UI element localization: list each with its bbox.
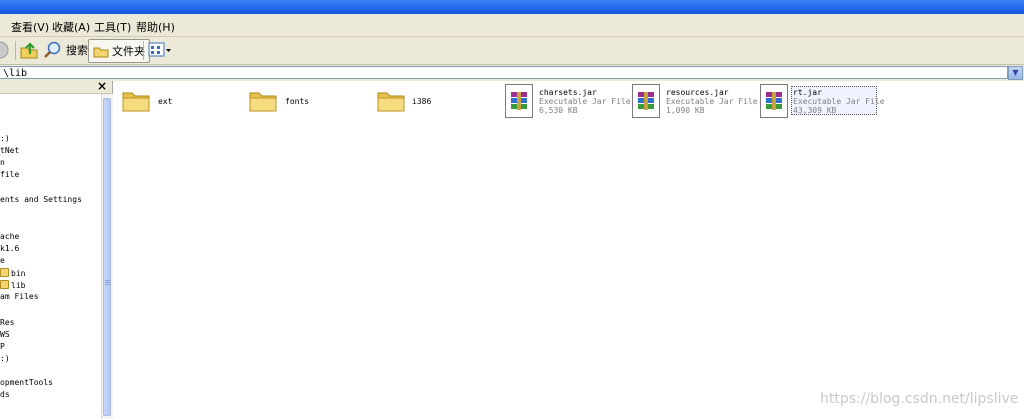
address-dropdown-button[interactable]: ▼	[1008, 66, 1023, 80]
views-icon	[148, 42, 171, 57]
search-button[interactable]: 搜索	[43, 39, 88, 61]
file-size: 1,090 KB	[666, 106, 705, 115]
file-name: ext	[158, 97, 173, 106]
file-type: Executable Jar File	[539, 97, 631, 106]
folder-icon	[0, 268, 9, 277]
menu-help[interactable]: 帮助(H)	[136, 19, 175, 35]
menu-view[interactable]: 查看(V)	[11, 19, 49, 35]
open-folder-icon	[0, 280, 9, 289]
tree-item[interactable]: e	[0, 256, 5, 266]
tree-item-lib[interactable]: lib	[0, 280, 25, 291]
tree-item[interactable]: Res	[0, 318, 14, 328]
search-label: 搜索	[66, 44, 88, 57]
tree-item[interactable]: :)	[0, 354, 10, 364]
toolbar: 搜索 文件夹	[0, 37, 1024, 65]
scroll-grip	[105, 284, 110, 285]
folder-icon	[377, 92, 405, 112]
folders-icon	[93, 47, 109, 58]
folder-tree-pane: × :) tNet n file ents and Settings ache …	[0, 79, 113, 419]
file-size: 43,309 KB	[793, 106, 837, 115]
scroll-grip	[105, 280, 110, 281]
folders-button[interactable]: 文件夹	[88, 39, 150, 63]
tree-item[interactable]: am Files	[0, 292, 39, 302]
file-size: 6,530 KB	[539, 106, 578, 115]
file-type: Executable Jar File	[793, 97, 885, 106]
search-icon	[44, 41, 61, 58]
scroll-thumb[interactable]	[103, 98, 111, 416]
tree-item[interactable]: file	[0, 170, 19, 180]
menu-tools[interactable]: 工具(T)	[94, 19, 131, 35]
watermark-text: https://blog.csdn.net/lipslive	[820, 391, 1019, 407]
tree-item[interactable]: ache	[0, 232, 19, 242]
menu-favorites[interactable]: 收藏(A)	[52, 19, 90, 35]
tree-item-label: bin	[11, 269, 26, 278]
chevron-down-icon: ▼	[1012, 68, 1019, 77]
folders-label: 文件夹	[112, 45, 145, 58]
file-name: i386	[412, 97, 432, 106]
forward-arrow-icon	[0, 41, 9, 59]
scroll-grip	[105, 282, 110, 283]
tree-item-label: lib	[11, 281, 26, 290]
title-bar	[0, 0, 1024, 14]
tree-item[interactable]: ds	[0, 390, 10, 400]
jar-file-icon	[760, 84, 788, 118]
file-list-view: ext fonts i386 charsets.jar Executable J…	[113, 81, 1024, 419]
tree-scrollbar[interactable]	[101, 94, 113, 419]
jar-file-icon	[505, 84, 533, 118]
views-button[interactable]	[148, 39, 172, 61]
up-folder-button[interactable]	[19, 39, 39, 61]
tree-item-bin[interactable]: bin	[0, 268, 25, 279]
file-name: charsets.jar	[539, 88, 597, 97]
menu-bar: 查看(V) 收藏(A) 工具(T) 帮助(H)	[0, 14, 1024, 37]
toolbar-separator	[143, 41, 144, 60]
tree-item[interactable]: k1.6	[0, 244, 19, 254]
folder-icon	[122, 92, 150, 112]
tree-item[interactable]: :)	[0, 134, 10, 144]
folder-icon	[249, 92, 277, 112]
tree-item[interactable]: tNet	[0, 146, 19, 156]
jar-file-icon	[632, 84, 660, 118]
address-input[interactable]: \lib	[0, 66, 1008, 79]
forward-button[interactable]	[0, 39, 12, 61]
file-name: rt.jar	[793, 88, 822, 97]
tree-item[interactable]: n	[0, 158, 5, 168]
close-icon[interactable]: ×	[97, 79, 107, 93]
address-bar: \lib ▼	[0, 65, 1024, 81]
tree-item[interactable]: P	[0, 342, 5, 352]
toolbar-separator	[15, 41, 16, 60]
tree-item[interactable]: opmentTools	[0, 378, 53, 388]
up-folder-icon	[20, 42, 38, 59]
file-type: Executable Jar File	[666, 97, 758, 106]
tree-pane-header: ×	[0, 79, 112, 94]
file-name: resources.jar	[666, 88, 729, 97]
tree-item[interactable]: WS	[0, 330, 10, 340]
file-name: fonts	[285, 97, 310, 106]
tree-item[interactable]: ents and Settings	[0, 195, 82, 205]
